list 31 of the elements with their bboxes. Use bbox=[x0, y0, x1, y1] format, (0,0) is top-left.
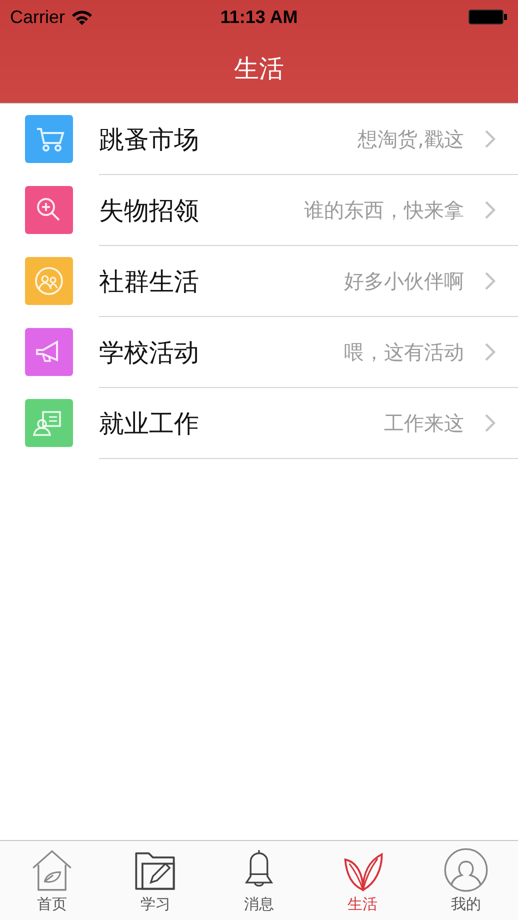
status-time: 11:13 AM bbox=[220, 6, 298, 26]
chevron-icon bbox=[484, 129, 496, 149]
chevron-icon bbox=[484, 200, 496, 220]
list-item[interactable]: 就业工作 工作来这 bbox=[99, 388, 518, 459]
carrier-name: Carrier bbox=[10, 6, 66, 28]
list-item[interactable]: 学校活动 喂，这有活动 bbox=[99, 317, 518, 388]
item-subtitle: 工作来这 bbox=[384, 410, 464, 436]
battery-icon bbox=[468, 9, 508, 25]
wifi-icon bbox=[71, 9, 94, 25]
item-title: 社群生活 bbox=[99, 266, 200, 298]
chevron-icon bbox=[484, 342, 496, 362]
item-title: 就业工作 bbox=[99, 408, 200, 440]
page-title: 生活 bbox=[234, 53, 284, 85]
item-subtitle: 想淘货,戳这 bbox=[358, 126, 464, 152]
chevron-icon bbox=[484, 271, 496, 291]
chevron-icon bbox=[484, 413, 496, 433]
item-subtitle: 好多小伙伴啊 bbox=[344, 268, 464, 294]
list-item[interactable]: 跳蚤市场 想淘货,戳这 bbox=[99, 104, 518, 175]
tab[interactable]: 我的 bbox=[414, 841, 518, 920]
item-title: 跳蚤市场 bbox=[99, 124, 200, 156]
person-icon bbox=[443, 847, 490, 893]
item-subtitle: 喂，这有活动 bbox=[344, 338, 464, 366]
tab[interactable]: 首页 bbox=[0, 841, 104, 920]
item-title: 失物招领 bbox=[99, 194, 200, 226]
tab[interactable]: 消息 bbox=[207, 841, 311, 920]
item-title: 学校活动 bbox=[99, 336, 200, 368]
tab[interactable]: 生活 bbox=[310, 841, 414, 920]
list-item[interactable]: 社群生活 好多小伙伴啊 bbox=[99, 246, 518, 317]
item-subtitle: 谁的东西，快来拿 bbox=[304, 196, 464, 224]
list-item[interactable]: 失物招领 谁的东西，快来拿 bbox=[99, 175, 518, 246]
tab[interactable]: 学习 bbox=[104, 841, 208, 920]
